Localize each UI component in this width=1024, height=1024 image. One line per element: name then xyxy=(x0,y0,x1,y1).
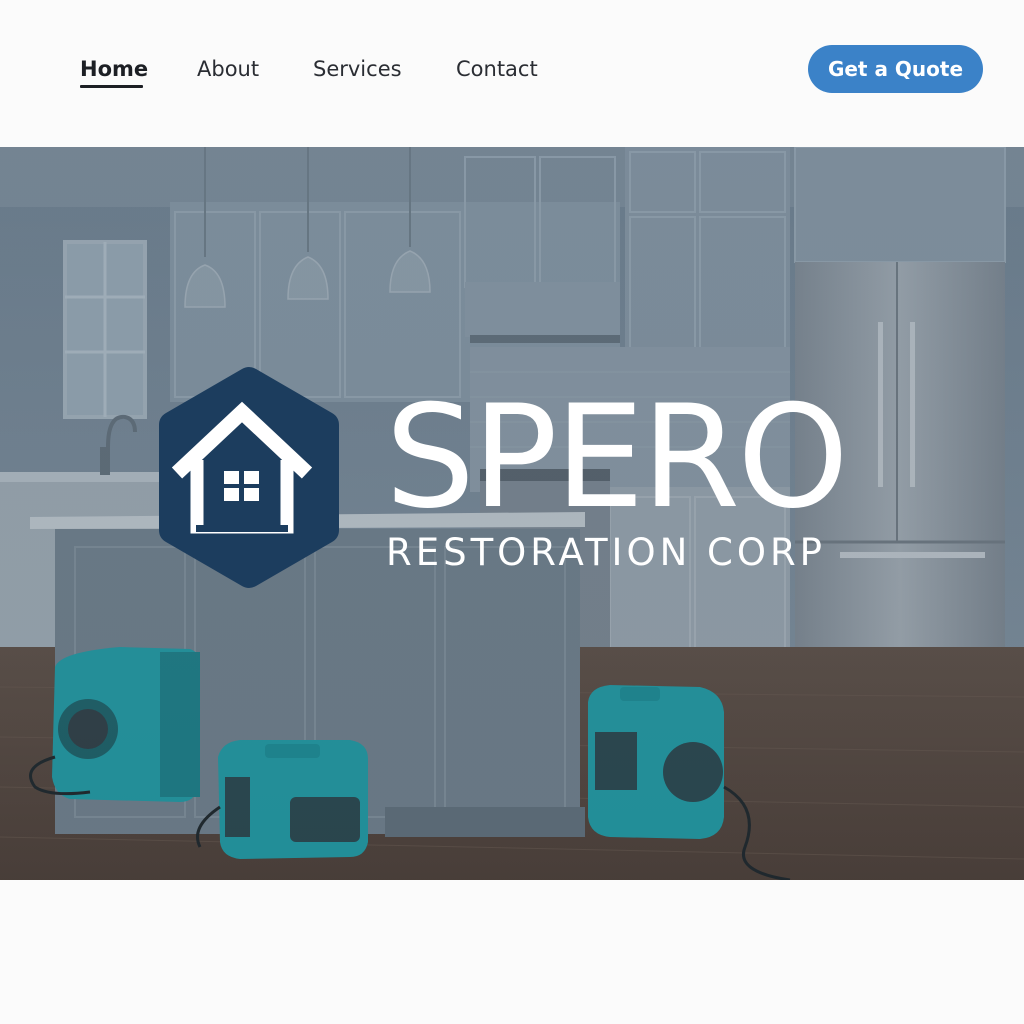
footer-whitespace xyxy=(0,880,1024,1024)
get-a-quote-button[interactable]: Get a Quote xyxy=(808,45,983,93)
spero-logo: SPERO RESTORATION CORP xyxy=(157,365,877,590)
brand-tagline: RESTORATION CORP xyxy=(386,531,826,574)
house-in-hexagon-icon xyxy=(159,367,339,588)
nav-link-services[interactable]: Services xyxy=(313,55,402,83)
nav-link-home[interactable]: Home xyxy=(80,55,148,83)
nav-link-about[interactable]: About xyxy=(197,55,259,83)
top-navbar: Home About Services Contact Get a Quote xyxy=(0,0,1024,140)
active-nav-underline xyxy=(80,85,143,88)
brand-name: SPERO xyxy=(385,375,849,540)
nav-link-contact[interactable]: Contact xyxy=(456,55,538,83)
page: Home About Services Contact Get a Quote xyxy=(0,0,1024,1024)
